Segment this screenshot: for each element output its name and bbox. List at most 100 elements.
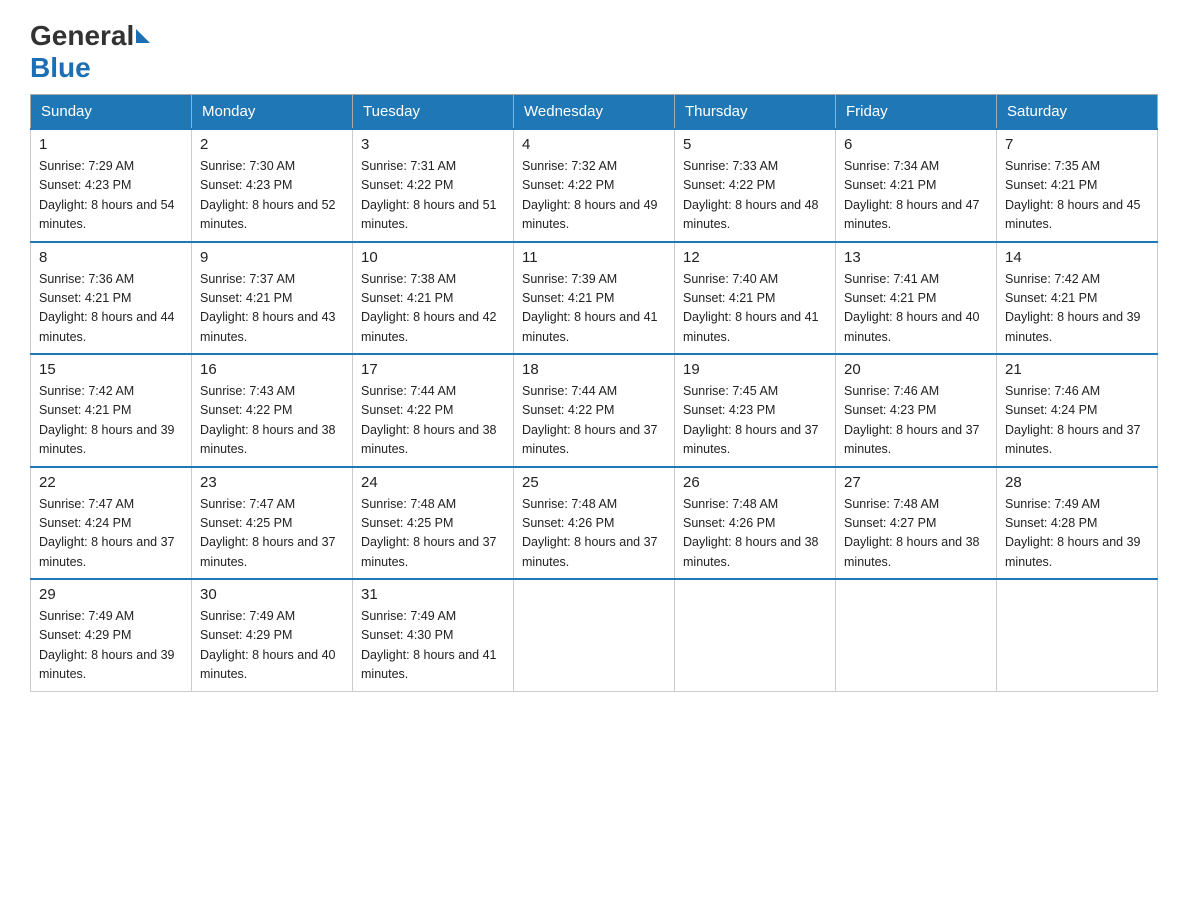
day-number: 3 <box>361 136 505 153</box>
col-header-wednesday: Wednesday <box>514 95 675 130</box>
day-number: 19 <box>683 361 827 378</box>
calendar-cell: 15 Sunrise: 7:42 AMSunset: 4:21 PMDaylig… <box>31 354 192 467</box>
day-info: Sunrise: 7:44 AMSunset: 4:22 PMDaylight:… <box>361 382 505 460</box>
week-row-1: 1 Sunrise: 7:29 AMSunset: 4:23 PMDayligh… <box>31 129 1158 242</box>
calendar-cell <box>675 579 836 691</box>
day-number: 11 <box>522 249 666 266</box>
day-number: 1 <box>39 136 183 153</box>
day-info: Sunrise: 7:33 AMSunset: 4:22 PMDaylight:… <box>683 157 827 235</box>
calendar-cell: 26 Sunrise: 7:48 AMSunset: 4:26 PMDaylig… <box>675 467 836 580</box>
day-info: Sunrise: 7:49 AMSunset: 4:28 PMDaylight:… <box>1005 495 1149 573</box>
day-number: 9 <box>200 249 344 266</box>
day-info: Sunrise: 7:46 AMSunset: 4:24 PMDaylight:… <box>1005 382 1149 460</box>
day-number: 21 <box>1005 361 1149 378</box>
calendar-cell: 29 Sunrise: 7:49 AMSunset: 4:29 PMDaylig… <box>31 579 192 691</box>
calendar-cell: 19 Sunrise: 7:45 AMSunset: 4:23 PMDaylig… <box>675 354 836 467</box>
day-number: 13 <box>844 249 988 266</box>
day-info: Sunrise: 7:31 AMSunset: 4:22 PMDaylight:… <box>361 157 505 235</box>
calendar-cell: 10 Sunrise: 7:38 AMSunset: 4:21 PMDaylig… <box>353 242 514 355</box>
calendar-table: SundayMondayTuesdayWednesdayThursdayFrid… <box>30 94 1158 692</box>
day-info: Sunrise: 7:48 AMSunset: 4:25 PMDaylight:… <box>361 495 505 573</box>
logo-triangle-icon <box>136 29 150 43</box>
calendar-cell <box>997 579 1158 691</box>
day-info: Sunrise: 7:42 AMSunset: 4:21 PMDaylight:… <box>39 382 183 460</box>
col-header-tuesday: Tuesday <box>353 95 514 130</box>
calendar-cell: 28 Sunrise: 7:49 AMSunset: 4:28 PMDaylig… <box>997 467 1158 580</box>
day-info: Sunrise: 7:37 AMSunset: 4:21 PMDaylight:… <box>200 270 344 348</box>
week-row-2: 8 Sunrise: 7:36 AMSunset: 4:21 PMDayligh… <box>31 242 1158 355</box>
day-number: 18 <box>522 361 666 378</box>
day-info: Sunrise: 7:29 AMSunset: 4:23 PMDaylight:… <box>39 157 183 235</box>
calendar-cell: 2 Sunrise: 7:30 AMSunset: 4:23 PMDayligh… <box>192 129 353 242</box>
calendar-cell: 9 Sunrise: 7:37 AMSunset: 4:21 PMDayligh… <box>192 242 353 355</box>
calendar-cell: 12 Sunrise: 7:40 AMSunset: 4:21 PMDaylig… <box>675 242 836 355</box>
day-number: 8 <box>39 249 183 266</box>
calendar-header-row: SundayMondayTuesdayWednesdayThursdayFrid… <box>31 95 1158 130</box>
day-number: 5 <box>683 136 827 153</box>
logo-blue-text: Blue <box>30 52 91 84</box>
day-info: Sunrise: 7:39 AMSunset: 4:21 PMDaylight:… <box>522 270 666 348</box>
calendar-cell: 25 Sunrise: 7:48 AMSunset: 4:26 PMDaylig… <box>514 467 675 580</box>
calendar-cell <box>514 579 675 691</box>
day-number: 2 <box>200 136 344 153</box>
calendar-cell: 23 Sunrise: 7:47 AMSunset: 4:25 PMDaylig… <box>192 467 353 580</box>
day-info: Sunrise: 7:46 AMSunset: 4:23 PMDaylight:… <box>844 382 988 460</box>
day-info: Sunrise: 7:47 AMSunset: 4:24 PMDaylight:… <box>39 495 183 573</box>
calendar-cell: 22 Sunrise: 7:47 AMSunset: 4:24 PMDaylig… <box>31 467 192 580</box>
calendar-cell: 11 Sunrise: 7:39 AMSunset: 4:21 PMDaylig… <box>514 242 675 355</box>
day-number: 31 <box>361 586 505 603</box>
day-info: Sunrise: 7:49 AMSunset: 4:30 PMDaylight:… <box>361 607 505 685</box>
calendar-cell: 14 Sunrise: 7:42 AMSunset: 4:21 PMDaylig… <box>997 242 1158 355</box>
calendar-cell: 3 Sunrise: 7:31 AMSunset: 4:22 PMDayligh… <box>353 129 514 242</box>
day-number: 27 <box>844 474 988 491</box>
page-header: General Blue <box>30 20 1158 84</box>
day-info: Sunrise: 7:49 AMSunset: 4:29 PMDaylight:… <box>200 607 344 685</box>
day-number: 16 <box>200 361 344 378</box>
day-info: Sunrise: 7:48 AMSunset: 4:26 PMDaylight:… <box>683 495 827 573</box>
calendar-cell: 17 Sunrise: 7:44 AMSunset: 4:22 PMDaylig… <box>353 354 514 467</box>
col-header-monday: Monday <box>192 95 353 130</box>
calendar-cell: 4 Sunrise: 7:32 AMSunset: 4:22 PMDayligh… <box>514 129 675 242</box>
day-number: 30 <box>200 586 344 603</box>
day-info: Sunrise: 7:44 AMSunset: 4:22 PMDaylight:… <box>522 382 666 460</box>
day-info: Sunrise: 7:47 AMSunset: 4:25 PMDaylight:… <box>200 495 344 573</box>
day-info: Sunrise: 7:40 AMSunset: 4:21 PMDaylight:… <box>683 270 827 348</box>
day-number: 25 <box>522 474 666 491</box>
calendar-cell: 16 Sunrise: 7:43 AMSunset: 4:22 PMDaylig… <box>192 354 353 467</box>
day-info: Sunrise: 7:38 AMSunset: 4:21 PMDaylight:… <box>361 270 505 348</box>
calendar-cell: 7 Sunrise: 7:35 AMSunset: 4:21 PMDayligh… <box>997 129 1158 242</box>
day-number: 6 <box>844 136 988 153</box>
day-number: 24 <box>361 474 505 491</box>
logo: General Blue <box>30 20 152 84</box>
calendar-cell: 24 Sunrise: 7:48 AMSunset: 4:25 PMDaylig… <box>353 467 514 580</box>
day-info: Sunrise: 7:49 AMSunset: 4:29 PMDaylight:… <box>39 607 183 685</box>
day-number: 22 <box>39 474 183 491</box>
calendar-cell: 5 Sunrise: 7:33 AMSunset: 4:22 PMDayligh… <box>675 129 836 242</box>
day-number: 28 <box>1005 474 1149 491</box>
calendar-cell: 21 Sunrise: 7:46 AMSunset: 4:24 PMDaylig… <box>997 354 1158 467</box>
calendar-cell: 18 Sunrise: 7:44 AMSunset: 4:22 PMDaylig… <box>514 354 675 467</box>
calendar-cell: 30 Sunrise: 7:49 AMSunset: 4:29 PMDaylig… <box>192 579 353 691</box>
col-header-saturday: Saturday <box>997 95 1158 130</box>
calendar-cell: 8 Sunrise: 7:36 AMSunset: 4:21 PMDayligh… <box>31 242 192 355</box>
day-info: Sunrise: 7:48 AMSunset: 4:26 PMDaylight:… <box>522 495 666 573</box>
day-number: 29 <box>39 586 183 603</box>
day-number: 26 <box>683 474 827 491</box>
logo-general-text: General <box>30 20 134 52</box>
day-info: Sunrise: 7:36 AMSunset: 4:21 PMDaylight:… <box>39 270 183 348</box>
day-number: 17 <box>361 361 505 378</box>
day-info: Sunrise: 7:30 AMSunset: 4:23 PMDaylight:… <box>200 157 344 235</box>
col-header-thursday: Thursday <box>675 95 836 130</box>
day-number: 20 <box>844 361 988 378</box>
week-row-4: 22 Sunrise: 7:47 AMSunset: 4:24 PMDaylig… <box>31 467 1158 580</box>
calendar-cell: 1 Sunrise: 7:29 AMSunset: 4:23 PMDayligh… <box>31 129 192 242</box>
calendar-cell: 31 Sunrise: 7:49 AMSunset: 4:30 PMDaylig… <box>353 579 514 691</box>
day-number: 7 <box>1005 136 1149 153</box>
calendar-cell: 13 Sunrise: 7:41 AMSunset: 4:21 PMDaylig… <box>836 242 997 355</box>
day-number: 4 <box>522 136 666 153</box>
day-number: 15 <box>39 361 183 378</box>
day-number: 10 <box>361 249 505 266</box>
day-number: 23 <box>200 474 344 491</box>
col-header-friday: Friday <box>836 95 997 130</box>
calendar-cell: 6 Sunrise: 7:34 AMSunset: 4:21 PMDayligh… <box>836 129 997 242</box>
